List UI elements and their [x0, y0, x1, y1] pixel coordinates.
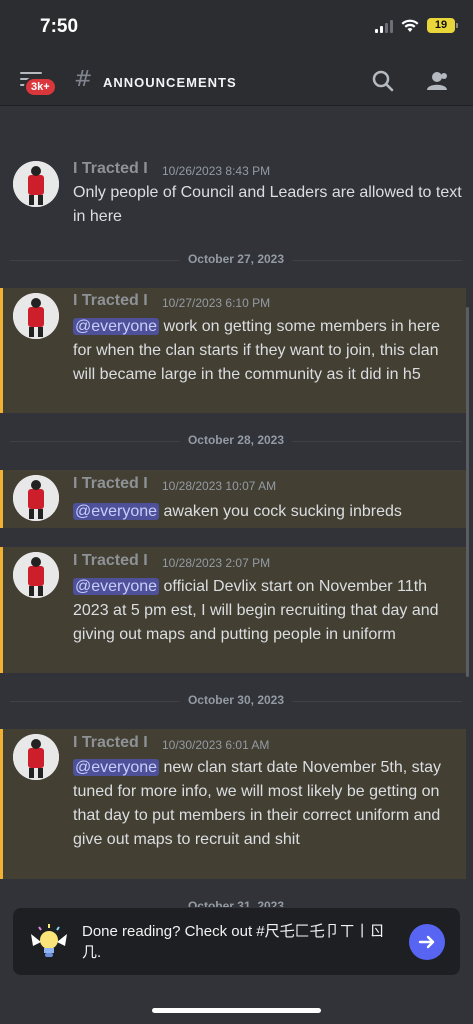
hash-icon: #: [74, 67, 93, 92]
channel-header: 3k+ # ANNOUNCEMENTS: [0, 56, 473, 106]
lightbulb-icon: [31, 924, 67, 957]
everyone-mention[interactable]: @everyone: [73, 318, 160, 335]
message-timestamp: 10/28/2023 2:07 PM: [162, 556, 271, 570]
date-divider: October 31, 2023: [10, 897, 462, 907]
message-text: Only people of Council and Leaders are a…: [73, 184, 462, 225]
everyone-mention[interactable]: @everyone: [73, 759, 160, 776]
status-bar: 7:50 19: [0, 0, 473, 56]
home-indicator[interactable]: [152, 1008, 321, 1013]
message-item[interactable]: I Tracted I 10/28/2023 10:07 AM @everyon…: [0, 470, 466, 528]
message-text: @everyone official Devlix start on Novem…: [73, 578, 439, 643]
message-text: @everyone new clan start date November 5…: [73, 759, 441, 848]
prompt-text: Done reading? Check out #尺乇匚乇卩ㄒ丨ㄖ几.: [82, 923, 385, 961]
message-author[interactable]: I Tracted I: [73, 160, 148, 178]
message-author[interactable]: I Tracted I: [73, 292, 148, 310]
message-timestamp: 10/30/2023 6:01 AM: [162, 738, 270, 752]
channel-title[interactable]: ANNOUNCEMENTS: [103, 75, 237, 90]
message-item[interactable]: I Tracted I 10/30/2023 6:01 AM @everyone…: [0, 729, 466, 879]
avatar[interactable]: [13, 734, 59, 780]
signal-icon: [375, 19, 393, 33]
done-reading-prompt[interactable]: Done reading? Check out #尺乇匚乇卩ㄒ丨ㄖ几.: [13, 908, 460, 975]
scrollbar[interactable]: [466, 307, 469, 677]
battery-icon: 19: [427, 18, 458, 33]
message-text: @everyone awaken you cock sucking inbred…: [73, 503, 402, 520]
message-item[interactable]: I Tracted I 10/27/2023 6:10 PM @everyone…: [0, 288, 466, 413]
arrow-right-icon: [418, 935, 435, 949]
everyone-mention[interactable]: @everyone: [73, 578, 160, 595]
message-author[interactable]: I Tracted I: [73, 475, 148, 493]
status-time: 7:50: [40, 16, 79, 37]
avatar[interactable]: [13, 161, 59, 207]
message-text: @everyone work on getting some members i…: [73, 318, 441, 383]
message-timestamp: 10/26/2023 8:43 PM: [162, 164, 271, 178]
everyone-mention[interactable]: @everyone: [73, 503, 160, 520]
message-item[interactable]: I Tracted I 10/28/2023 2:07 PM @everyone…: [0, 547, 466, 673]
avatar[interactable]: [13, 475, 59, 521]
avatar[interactable]: [13, 293, 59, 339]
wifi-icon: [401, 19, 419, 32]
avatar[interactable]: [13, 552, 59, 598]
status-icons: 19: [375, 18, 458, 33]
message-timestamp: 10/27/2023 6:10 PM: [162, 296, 271, 310]
unread-badge: 3k+: [24, 77, 57, 97]
date-divider: October 28, 2023: [10, 431, 462, 451]
search-icon[interactable]: [370, 68, 396, 94]
message-list[interactable]: I Tracted I 10/26/2023 8:43 PM Only peop…: [0, 107, 473, 907]
message-item[interactable]: I Tracted I 10/26/2023 8:43 PM Only peop…: [0, 157, 466, 237]
message-author[interactable]: I Tracted I: [73, 552, 148, 570]
date-divider: October 30, 2023: [10, 691, 462, 711]
date-divider: October 27, 2023: [10, 250, 462, 270]
go-to-channel-button[interactable]: [409, 924, 445, 960]
members-icon[interactable]: [424, 68, 450, 94]
message-author[interactable]: I Tracted I: [73, 734, 148, 752]
message-timestamp: 10/28/2023 10:07 AM: [162, 479, 277, 493]
